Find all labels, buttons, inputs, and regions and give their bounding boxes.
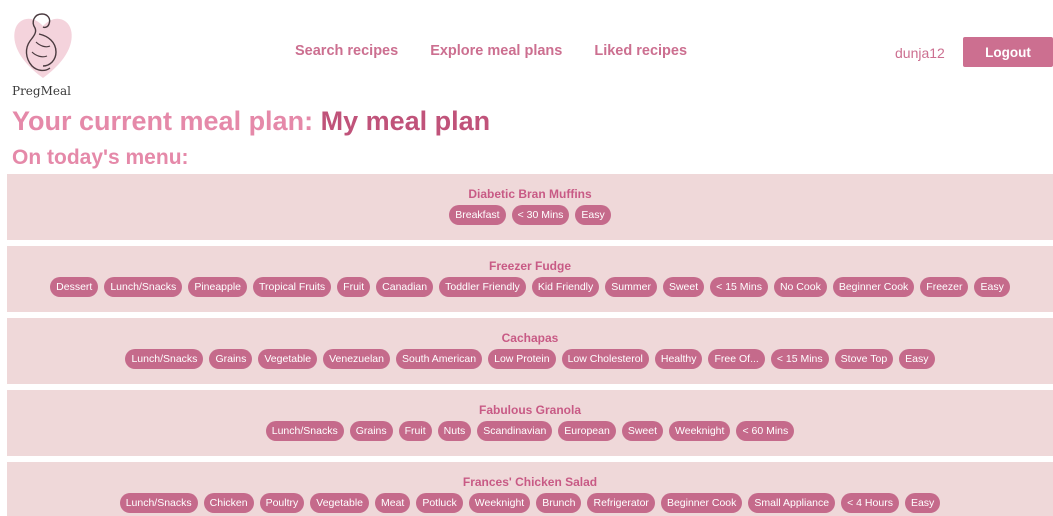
recipe-tag[interactable]: Pineapple [188,277,248,297]
recipe-tag[interactable]: Fruit [337,277,371,297]
recipe-tag[interactable]: < 60 Mins [736,421,795,441]
recipe-tag[interactable]: Lunch/Snacks [104,277,183,297]
recipe-name[interactable]: Frances' Chicken Salad [463,475,597,490]
page-title: Your current meal plan: My meal plan [12,106,490,137]
recipe-tag[interactable]: European [558,421,616,441]
recipe-tag[interactable]: Stove Top [834,349,894,369]
recipe-tag[interactable]: Venezuelan [323,349,390,369]
recipe-tag[interactable]: Lunch/Snacks [265,421,344,441]
recipe-tag[interactable]: No Cook [773,277,827,297]
recipe-tag[interactable]: < 4 Hours [841,493,899,513]
recipe-tag[interactable]: Easy [899,349,935,369]
recipe-tag[interactable]: Easy [575,205,611,225]
recipe-tag[interactable]: Dessert [50,277,99,297]
recipe-tag[interactable]: Fruit [398,421,432,441]
recipe-name[interactable]: Fabulous Granola [479,403,581,418]
header: PregMeal Search recipes Explore meal pla… [0,0,1053,100]
plan-name: My meal plan [320,106,491,136]
recipe-tag[interactable]: Low Protein [488,349,556,369]
recipe-card[interactable]: Freezer Fudge Dessert Lunch/Snacks Pineappl… [7,246,1053,312]
recipe-tag[interactable]: Brunch [536,493,582,513]
recipe-tags: Dessert Lunch/Snacks Pineapple Tropical Fru… [47,277,1013,297]
recipe-tags: Lunch/Snacks Grains Fruit Nuts Scandinavian E… [263,421,798,441]
nav-liked-recipes[interactable]: Liked recipes [594,43,687,59]
recipe-tag[interactable]: < 30 Mins [511,205,570,225]
recipe-card[interactable]: Cachapas Lunch/Snacks Grains Vegetable Venez… [7,318,1053,384]
recipe-tag[interactable]: Refrigerator [587,493,655,513]
recipe-tag[interactable]: < 15 Mins [710,277,768,297]
recipe-tag[interactable]: < 15 Mins [770,349,829,369]
recipe-tag[interactable]: Freezer [920,277,969,297]
logo[interactable]: PregMeal [8,8,78,98]
recipe-tag[interactable]: Tropical Fruits [253,277,332,297]
recipe-tags: Breakfast < 30 Mins Easy [446,205,614,225]
recipe-tag[interactable]: Grains [209,349,253,369]
recipe-tag[interactable]: Sweet [621,421,664,441]
recipe-tag[interactable]: Sweet [662,277,705,297]
recipe-tags: Lunch/Snacks Grains Vegetable Venezuelan Sou… [122,349,937,369]
recipe-tag[interactable]: Beginner Cook [660,493,743,513]
logout-button[interactable]: Logout [963,37,1053,67]
brand-name: PregMeal [12,84,71,98]
plan-title-prefix: Your current meal plan: [12,106,314,136]
recipe-tag[interactable]: Chicken [203,493,254,513]
recipe-tag[interactable]: Toddler Friendly [439,277,526,297]
recipe-tag[interactable]: Easy [904,493,941,513]
recipe-tag[interactable]: Kid Friendly [531,277,600,297]
recipe-tag[interactable]: Vegetable [258,349,318,369]
recipe-tag[interactable]: Lunch/Snacks [125,349,204,369]
recipe-list: Diabetic Bran Muffins Breakfast < 30 Mins E… [7,174,1053,516]
recipe-tag[interactable]: Weeknight [468,493,531,513]
nav-search-recipes[interactable]: Search recipes [295,43,398,59]
recipe-tag[interactable]: Low Cholesterol [561,349,649,369]
recipe-tag[interactable]: Easy [974,277,1010,297]
recipe-tag[interactable]: Weeknight [669,421,731,441]
recipe-card[interactable]: Frances' Chicken Salad Lunch/Snacks Chicke… [7,462,1053,516]
recipe-tag[interactable]: Scandinavian [477,421,553,441]
recipe-tag[interactable]: Beginner Cook [832,277,915,297]
recipe-tag[interactable]: Potluck [416,493,463,513]
recipe-name[interactable]: Diabetic Bran Muffins [468,187,591,202]
recipe-tag[interactable]: Healthy [654,349,703,369]
recipe-card[interactable]: Fabulous Granola Lunch/Snacks Grains Fruit N… [7,390,1053,456]
menu-heading: On today's menu: [12,146,189,169]
main-nav: Search recipes Explore meal plans Liked … [295,43,719,59]
recipe-name[interactable]: Cachapas [502,331,559,346]
recipe-tag[interactable]: South American [395,349,483,369]
recipe-tag[interactable]: Nuts [437,421,472,441]
recipe-tag[interactable]: Canadian [376,277,434,297]
recipe-tag[interactable]: Poultry [259,493,305,513]
recipe-tag[interactable]: Grains [349,421,393,441]
recipe-tag[interactable]: Free Of... [708,349,765,369]
recipe-card[interactable]: Diabetic Bran Muffins Breakfast < 30 Mins E… [7,174,1053,240]
recipe-tag[interactable]: Small Appliance [748,493,836,513]
recipe-tag[interactable]: Breakfast [449,205,506,225]
recipe-name[interactable]: Freezer Fudge [489,259,571,274]
recipe-tag[interactable]: Vegetable [310,493,369,513]
recipe-tag[interactable]: Meat [375,493,411,513]
nav-explore-meal-plans[interactable]: Explore meal plans [430,43,562,59]
recipe-tag[interactable]: Summer [605,277,657,297]
pregnant-woman-icon [14,13,72,78]
username[interactable]: dunja12 [895,45,945,61]
recipe-tags: Lunch/Snacks Chicken Poultry Vegetable Meat P… [117,493,944,513]
recipe-tag[interactable]: Lunch/Snacks [119,493,198,513]
